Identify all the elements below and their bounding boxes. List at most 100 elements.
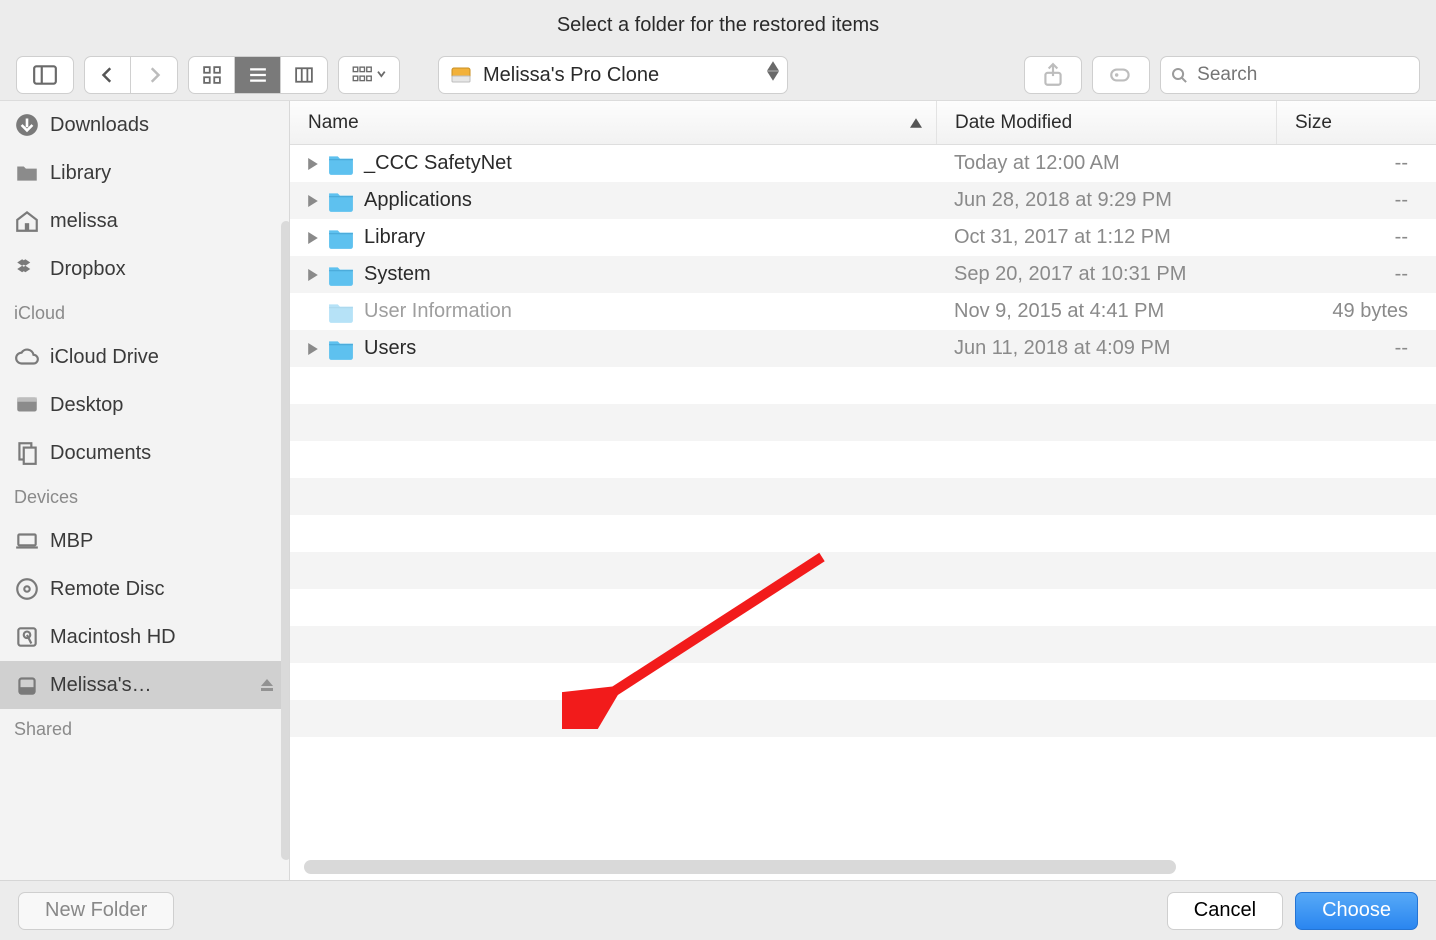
file-date: Sep 20, 2017 at 10:31 PM <box>936 263 1276 286</box>
empty-row <box>290 737 1436 774</box>
sidebar-scrollbar[interactable] <box>281 221 290 860</box>
downloads-icon <box>14 112 40 138</box>
title-bar: Select a folder for the restored items <box>0 0 1436 50</box>
tags-button[interactable] <box>1092 56 1150 94</box>
sidebar-item-icloud-drive[interactable]: iCloud Drive <box>0 333 289 381</box>
file-list: _CCC SafetyNetToday at 12:00 AM--Applica… <box>290 145 1436 880</box>
disc-icon <box>14 576 40 602</box>
file-name: Users <box>364 337 416 360</box>
file-size: 49 bytes <box>1276 300 1436 323</box>
file-name: System <box>364 263 431 286</box>
cloud-icon <box>14 344 40 370</box>
sidebar-heading-icloud: iCloud <box>0 293 289 333</box>
empty-row <box>290 589 1436 626</box>
desktop-bar-icon <box>14 392 40 418</box>
sidebar-item-label: Documents <box>50 442 151 465</box>
location-popup[interactable]: Melissa's Pro Clone <box>438 56 788 94</box>
chevron-right-icon <box>145 66 163 84</box>
dropbox-icon <box>14 256 40 282</box>
laptop-icon <box>14 528 40 554</box>
sidebar-item-label: melissa <box>50 210 118 233</box>
eject-icon[interactable] <box>259 677 275 693</box>
forward-button[interactable] <box>131 57 177 93</box>
file-row[interactable]: UsersJun 11, 2018 at 4:09 PM-- <box>290 330 1436 367</box>
share-button[interactable] <box>1024 56 1082 94</box>
file-row[interactable]: LibraryOct 31, 2017 at 1:12 PM-- <box>290 219 1436 256</box>
sidebar-item-mbp[interactable]: MBP <box>0 517 289 565</box>
file-name: _CCC SafetyNet <box>364 152 512 175</box>
search-input[interactable] <box>1195 63 1409 87</box>
disclosure-triangle-icon[interactable] <box>308 195 318 207</box>
sidebar-item-melissa[interactable]: melissa <box>0 197 289 245</box>
empty-row <box>290 700 1436 737</box>
empty-row <box>290 478 1436 515</box>
icon-view-button[interactable] <box>189 57 235 93</box>
sidebar-heading-devices: Devices <box>0 477 289 517</box>
sidebar-item-label: Melissa's… <box>50 674 152 697</box>
empty-row <box>290 552 1436 589</box>
file-row[interactable]: _CCC SafetyNetToday at 12:00 AM-- <box>290 145 1436 182</box>
file-date: Jun 28, 2018 at 9:29 PM <box>936 189 1276 212</box>
column-size[interactable]: Size <box>1276 101 1436 144</box>
file-name: Applications <box>364 189 472 212</box>
hdd-icon <box>14 624 40 650</box>
group-icon <box>352 66 386 84</box>
sidebar-item-label: MBP <box>50 530 93 553</box>
nav-back-forward <box>84 56 178 94</box>
file-row[interactable]: Applications Jun 28, 2018 at 9:29 PM-- <box>290 182 1436 219</box>
disclosure-triangle-icon[interactable] <box>308 232 318 244</box>
new-folder-button[interactable]: New Folder <box>18 892 174 930</box>
column-view-button[interactable] <box>281 57 327 93</box>
sidebar: Downloads Library melissa DropboxiCloudiClo… <box>0 101 290 880</box>
window-title: Select a folder for the restored items <box>557 14 879 37</box>
file-size: -- <box>1276 189 1436 212</box>
file-date: Nov 9, 2015 at 4:41 PM <box>936 300 1276 323</box>
documents-icon <box>14 440 40 466</box>
file-date: Today at 12:00 AM <box>936 152 1276 175</box>
sidebar-item-label: Downloads <box>50 114 149 137</box>
column-date-modified[interactable]: Date Modified <box>936 101 1276 144</box>
tag-icon <box>1108 62 1134 88</box>
folder-icon <box>328 301 354 323</box>
list-view-button[interactable] <box>235 57 281 93</box>
sidebar-item-melissa-s-[interactable]: Melissa's… <box>0 661 289 709</box>
location-label: Melissa's Pro Clone <box>483 64 659 87</box>
sidebar-toggle-button[interactable] <box>16 56 74 94</box>
file-name: Library <box>364 226 425 249</box>
horizontal-scrollbar[interactable] <box>304 860 1176 874</box>
search-field[interactable] <box>1160 56 1420 94</box>
column-name[interactable]: Name <box>290 112 936 134</box>
home-icon <box>14 208 40 234</box>
column-headers: Name Date Modified Size <box>290 101 1436 145</box>
choose-button[interactable]: Choose <box>1295 892 1418 930</box>
external-drive-icon <box>449 63 473 87</box>
folder-icon <box>328 227 354 249</box>
sidebar-item-documents[interactable]: Documents <box>0 429 289 477</box>
disclosure-triangle-icon[interactable] <box>308 158 318 170</box>
folder-icon <box>328 264 354 286</box>
back-button[interactable] <box>85 57 131 93</box>
folder-gray-icon <box>14 160 40 186</box>
file-row[interactable]: SystemSep 20, 2017 at 10:31 PM-- <box>290 256 1436 293</box>
toolbar: Melissa's Pro Clone <box>0 50 1436 100</box>
disclosure-triangle-icon[interactable] <box>308 343 318 355</box>
sidebar-item-label: Library <box>50 162 111 185</box>
sidebar-item-macintosh-hd[interactable]: Macintosh HD <box>0 613 289 661</box>
sidebar-item-downloads[interactable]: Downloads <box>0 101 289 149</box>
stepper-icon <box>767 61 779 81</box>
columns-icon <box>295 66 313 84</box>
sidebar-item-library[interactable]: Library <box>0 149 289 197</box>
sidebar-item-remote-disc[interactable]: Remote Disc <box>0 565 289 613</box>
file-list-pane: Name Date Modified Size _CCC SafetyNet To… <box>290 101 1436 880</box>
sidebar-item-label: Macintosh HD <box>50 626 176 649</box>
open-panel: Select a folder for the restored items M… <box>0 0 1436 940</box>
group-by-popup[interactable] <box>338 56 400 94</box>
sidebar-item-desktop[interactable]: Desktop <box>0 381 289 429</box>
file-date: Jun 11, 2018 at 4:09 PM <box>936 337 1276 360</box>
empty-row <box>290 515 1436 552</box>
sidebar-item-dropbox[interactable]: Dropbox <box>0 245 289 293</box>
cancel-button[interactable]: Cancel <box>1167 892 1283 930</box>
list-icon <box>249 66 267 84</box>
disclosure-triangle-icon[interactable] <box>308 269 318 281</box>
grid-icon <box>203 66 221 84</box>
